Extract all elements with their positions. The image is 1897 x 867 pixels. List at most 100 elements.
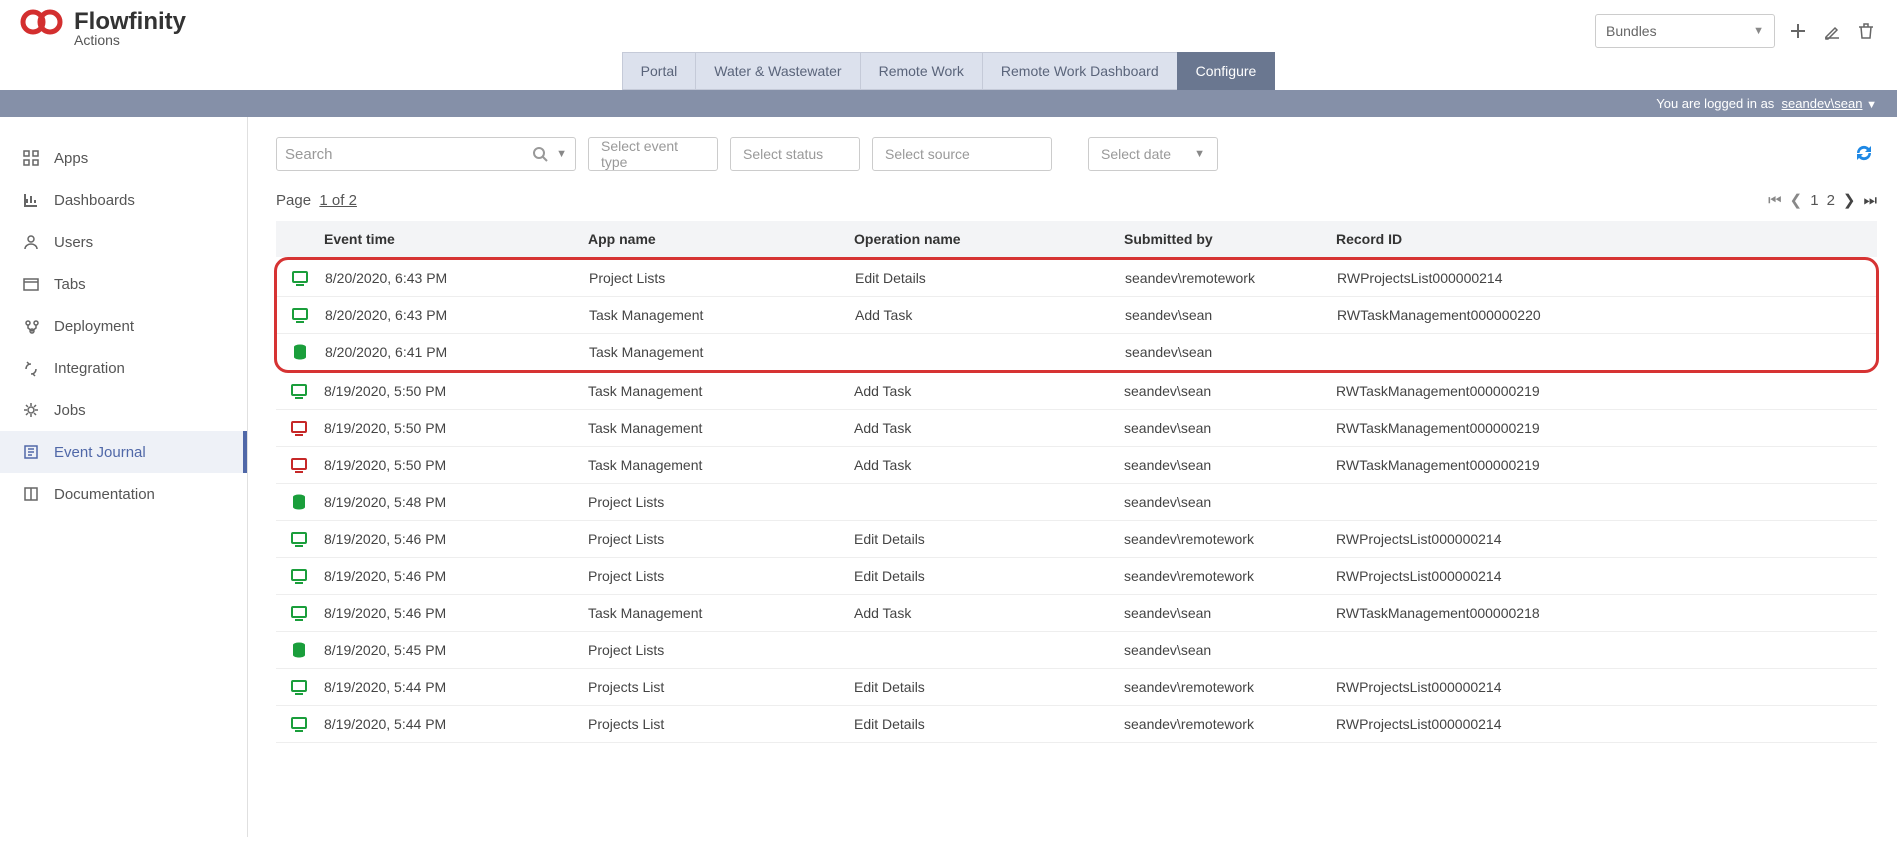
- sidebar-item-jobs[interactable]: Jobs: [0, 389, 247, 431]
- table-row[interactable]: 8/19/2020, 5:50 PMTask ManagementAdd Tas…: [276, 447, 1877, 484]
- cell-submitted-by: seandev\sean: [1124, 457, 1336, 473]
- database-icon: [276, 493, 324, 511]
- cell-app-name: Project Lists: [588, 531, 854, 547]
- table-row[interactable]: 8/19/2020, 5:50 PMTask ManagementAdd Tas…: [276, 373, 1877, 410]
- database-icon: [277, 343, 325, 361]
- col-event-time[interactable]: Event time: [324, 231, 588, 247]
- cell-submitted-by: seandev\sean: [1124, 420, 1336, 436]
- cell-operation: Add Task: [854, 383, 1124, 399]
- sidebar-item-deployment[interactable]: Deployment: [0, 305, 247, 347]
- monitor-icon: [276, 456, 324, 474]
- page-label: Page: [276, 192, 311, 209]
- monitor-icon: [276, 530, 324, 548]
- table-row[interactable]: 8/19/2020, 5:46 PMTask ManagementAdd Tas…: [276, 595, 1877, 632]
- cell-record-id: RWTaskManagement000000219: [1336, 383, 1877, 399]
- cell-record-id: RWProjectsList000000214: [1336, 716, 1877, 732]
- search-icon[interactable]: [532, 146, 548, 162]
- sidebar-item-tabs[interactable]: Tabs: [0, 263, 247, 305]
- col-record-id[interactable]: Record ID: [1336, 231, 1877, 247]
- cell-app-name: Projects List: [588, 679, 854, 695]
- tab-configure[interactable]: Configure: [1177, 52, 1276, 90]
- login-user[interactable]: seandev\sean: [1782, 96, 1863, 111]
- chart-icon: [22, 191, 40, 209]
- brand-sub: Actions: [74, 32, 120, 48]
- cell-operation: Edit Details: [854, 716, 1124, 732]
- sidebar-item-label: Integration: [54, 360, 125, 377]
- status-select[interactable]: Select status: [730, 137, 860, 171]
- cell-event-time: 8/19/2020, 5:48 PM: [324, 494, 588, 510]
- col-operation[interactable]: Operation name: [854, 231, 1124, 247]
- source-select[interactable]: Select source: [872, 137, 1052, 171]
- table-row[interactable]: 8/19/2020, 5:46 PMProject ListsEdit Deta…: [276, 521, 1877, 558]
- cell-submitted-by: seandev\sean: [1125, 307, 1337, 323]
- pagination: ⏮ ❮ 1 2 ❯ ⏭: [1768, 191, 1877, 209]
- cell-operation: Add Task: [854, 457, 1124, 473]
- search-input[interactable]: [285, 146, 532, 163]
- add-button[interactable]: [1787, 20, 1809, 42]
- prev-page-button[interactable]: ❮: [1790, 191, 1803, 209]
- table-row[interactable]: 8/20/2020, 6:43 PMProject ListsEdit Deta…: [277, 260, 1876, 297]
- cell-app-name: Projects List: [588, 716, 854, 732]
- monitor-icon: [276, 604, 324, 622]
- chevron-down-icon[interactable]: ▼: [556, 148, 567, 160]
- sidebar-item-integration[interactable]: Integration: [0, 347, 247, 389]
- monitor-icon: [276, 678, 324, 696]
- logo-icon: [20, 8, 68, 36]
- monitor-icon: [276, 715, 324, 733]
- table-row[interactable]: 8/19/2020, 5:45 PMProject Listsseandev\s…: [276, 632, 1877, 669]
- cell-submitted-by: seandev\remotework: [1125, 270, 1337, 286]
- delete-button[interactable]: [1855, 20, 1877, 42]
- chevron-down-icon[interactable]: ▼: [1866, 99, 1877, 111]
- cell-event-time: 8/19/2020, 5:46 PM: [324, 531, 588, 547]
- monitor-icon: [276, 419, 324, 437]
- tabs-icon: [22, 275, 40, 293]
- table-row[interactable]: 8/19/2020, 5:48 PMProject Listsseandev\s…: [276, 484, 1877, 521]
- table-row[interactable]: 8/20/2020, 6:43 PMTask ManagementAdd Tas…: [277, 297, 1876, 334]
- cell-event-time: 8/19/2020, 5:50 PM: [324, 420, 588, 436]
- page-1[interactable]: 1: [1810, 192, 1818, 209]
- tab-portal[interactable]: Portal: [622, 52, 696, 90]
- page-2[interactable]: 2: [1827, 192, 1835, 209]
- refresh-button[interactable]: [1853, 142, 1877, 166]
- event-type-select[interactable]: Select event type: [588, 137, 718, 171]
- col-app-name[interactable]: App name: [588, 231, 854, 247]
- cell-app-name: Task Management: [588, 605, 854, 621]
- sidebar-item-label: Dashboards: [54, 192, 135, 209]
- cell-record-id: RWTaskManagement000000218: [1336, 605, 1877, 621]
- sidebar-item-label: Deployment: [54, 318, 134, 335]
- logo: Flowfinity Actions: [20, 8, 186, 48]
- table-row[interactable]: 8/19/2020, 5:50 PMTask ManagementAdd Tas…: [276, 410, 1877, 447]
- sidebar-item-event-journal[interactable]: Event Journal: [0, 431, 247, 473]
- cell-operation: Edit Details: [854, 679, 1124, 695]
- table-row[interactable]: 8/19/2020, 5:44 PMProjects ListEdit Deta…: [276, 706, 1877, 743]
- cell-operation: Edit Details: [855, 270, 1125, 286]
- sidebar-item-documentation[interactable]: Documentation: [0, 473, 247, 515]
- last-page-button[interactable]: ⏭: [1863, 192, 1877, 209]
- cell-app-name: Task Management: [589, 344, 855, 360]
- sidebar-item-apps[interactable]: Apps: [0, 137, 247, 179]
- integration-icon: [22, 359, 40, 377]
- cell-event-time: 8/19/2020, 5:50 PM: [324, 457, 588, 473]
- cell-operation: Add Task: [854, 420, 1124, 436]
- next-page-button[interactable]: ❯: [1843, 191, 1856, 209]
- table-row[interactable]: 8/19/2020, 5:44 PMProjects ListEdit Deta…: [276, 669, 1877, 706]
- first-page-button[interactable]: ⏮: [1768, 192, 1782, 209]
- sidebar-item-users[interactable]: Users: [0, 221, 247, 263]
- monitor-icon: [277, 269, 325, 287]
- tab-water-wastewater[interactable]: Water & Wastewater: [695, 52, 859, 90]
- edit-button[interactable]: [1821, 20, 1843, 42]
- bundles-dropdown[interactable]: Bundles ▼: [1595, 14, 1775, 48]
- database-icon: [276, 641, 324, 659]
- page-info[interactable]: 1 of 2: [319, 192, 357, 209]
- table-row[interactable]: 8/20/2020, 6:41 PMTask Managementseandev…: [277, 334, 1876, 370]
- col-submitted-by[interactable]: Submitted by: [1124, 231, 1336, 247]
- cell-operation: Add Task: [855, 307, 1125, 323]
- tab-remote-work[interactable]: Remote Work: [860, 52, 982, 90]
- cell-record-id: RWProjectsList000000214: [1336, 679, 1877, 695]
- date-select[interactable]: Select date▼: [1088, 137, 1218, 171]
- sidebar-item-label: Jobs: [54, 402, 86, 419]
- cell-submitted-by: seandev\sean: [1124, 494, 1336, 510]
- tab-remote-work-dashboard[interactable]: Remote Work Dashboard: [982, 52, 1177, 90]
- table-row[interactable]: 8/19/2020, 5:46 PMProject ListsEdit Deta…: [276, 558, 1877, 595]
- sidebar-item-dashboards[interactable]: Dashboards: [0, 179, 247, 221]
